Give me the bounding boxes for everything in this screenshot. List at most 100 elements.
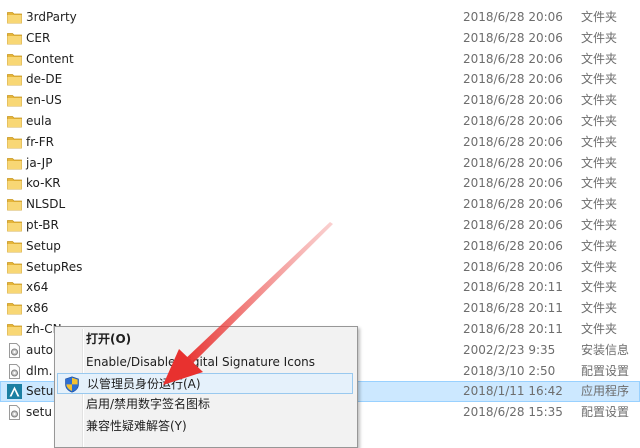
file-row[interactable]: Content 2018/6/28 20:06 文件夹 xyxy=(0,49,640,70)
file-date: 2018/6/28 20:11 xyxy=(463,321,563,336)
folder-icon xyxy=(7,218,22,232)
file-row[interactable]: eula 2018/6/28 20:06 文件夹 xyxy=(0,111,640,132)
file-type: 文件夹 xyxy=(581,134,618,149)
file-type: 文件夹 xyxy=(581,155,618,170)
file-row[interactable]: x86 2018/6/28 20:11 文件夹 xyxy=(0,298,640,319)
folder-icon xyxy=(7,280,22,294)
folder-icon xyxy=(7,301,22,315)
file-name: dlm. xyxy=(26,363,53,378)
file-type: 安装信息 xyxy=(581,342,630,357)
file-date: 2018/6/28 20:11 xyxy=(463,301,563,316)
file-name: Content xyxy=(26,51,74,66)
file-type: 文件夹 xyxy=(581,238,618,253)
file-name: pt-BR xyxy=(26,217,59,232)
folder-icon xyxy=(7,239,22,253)
file-row[interactable]: SetupRes 2018/6/28 20:06 文件夹 xyxy=(0,257,640,278)
file-date: 2018/6/28 20:11 xyxy=(463,280,563,295)
file-date: 2018/3/10 2:50 xyxy=(463,363,556,378)
file-type: 文件夹 xyxy=(581,197,618,212)
context-menu: 打开(O) Enable/Disable Digital Signature Ic… xyxy=(54,326,358,448)
file-date: 2018/6/28 20:06 xyxy=(463,259,563,274)
file-name: CER xyxy=(26,30,51,45)
file-row[interactable]: ko-KR 2018/6/28 20:06 文件夹 xyxy=(0,173,640,194)
file-name: x86 xyxy=(26,301,49,316)
file-row[interactable]: de-DE 2018/6/28 20:06 文件夹 xyxy=(0,69,640,90)
file-type: 应用程序 xyxy=(581,384,630,399)
file-type: 文件夹 xyxy=(581,30,618,45)
file-row[interactable]: en-US 2018/6/28 20:06 文件夹 xyxy=(0,90,640,111)
file-type: 文件夹 xyxy=(581,113,618,128)
file-name: x64 xyxy=(26,280,49,295)
file-row[interactable]: fr-FR 2018/6/28 20:06 文件夹 xyxy=(0,132,640,153)
file-type: 文件夹 xyxy=(581,72,618,87)
file-date: 2018/6/28 20:06 xyxy=(463,197,563,212)
file-type: 文件夹 xyxy=(581,259,618,274)
autodesk-app-icon xyxy=(7,384,22,400)
file-name: SetupRes xyxy=(26,259,83,274)
file-date: 2018/6/28 20:06 xyxy=(463,93,563,108)
file-date: 2018/6/28 15:35 xyxy=(463,405,563,420)
file-name: NLSDL xyxy=(26,197,66,212)
file-name: Setu xyxy=(26,384,54,399)
menu-item[interactable]: Enable/Disable Digital Signature Icons xyxy=(57,352,353,373)
file-row[interactable]: CER 2018/6/28 20:06 文件夹 xyxy=(0,28,640,49)
file-type: 文件夹 xyxy=(581,51,618,66)
folder-icon xyxy=(7,197,22,211)
file-type: 配置设置 xyxy=(581,363,630,378)
file-date: 2018/6/28 20:06 xyxy=(463,238,563,253)
menu-item-label: 打开(O) xyxy=(86,332,132,346)
file-type: 文件夹 xyxy=(581,176,618,191)
menu-item[interactable]: 兼容性疑难解答(Y) xyxy=(57,416,353,437)
folder-icon xyxy=(7,52,22,66)
file-row[interactable]: NLSDL 2018/6/28 20:06 文件夹 xyxy=(0,194,640,215)
file-name: auto xyxy=(26,342,54,357)
file-name: 3rdParty xyxy=(26,10,77,24)
file-name: eula xyxy=(26,113,52,128)
folder-icon xyxy=(7,135,22,149)
folder-icon xyxy=(7,114,22,128)
file-date: 2018/6/28 20:06 xyxy=(463,113,563,128)
file-date: 2018/1/11 16:42 xyxy=(463,384,563,399)
file-date: 2002/2/23 9:35 xyxy=(463,342,556,357)
file-type: 文件夹 xyxy=(581,280,618,295)
folder-icon xyxy=(7,72,22,86)
file-date: 2018/6/28 20:06 xyxy=(463,72,563,87)
menu-item-label: Enable/Disable Digital Signature Icons xyxy=(86,355,316,369)
file-name: Setup xyxy=(26,238,61,253)
file-date: 2018/6/28 20:06 xyxy=(463,134,563,149)
file-row[interactable]: pt-BR 2018/6/28 20:06 文件夹 xyxy=(0,215,640,236)
menu-item[interactable]: 以管理员身份运行(A) xyxy=(57,373,353,394)
file-date: 2018/6/28 20:06 xyxy=(463,51,563,66)
file-type: 文件夹 xyxy=(581,217,618,232)
file-row[interactable]: 3rdParty 2018/6/28 20:06 文件夹 xyxy=(0,7,640,28)
file-name: ja-JP xyxy=(26,155,53,170)
file-type: 文件夹 xyxy=(581,321,618,336)
file-date: 2018/6/28 20:06 xyxy=(463,30,563,45)
file-date: 2018/6/28 20:06 xyxy=(463,155,563,170)
file-row[interactable]: Setup 2018/6/28 20:06 文件夹 xyxy=(0,236,640,257)
folder-icon xyxy=(7,156,22,170)
menu-item-label: 启用/禁用数字签名图标 xyxy=(86,397,211,411)
folder-icon xyxy=(7,93,22,107)
file-name: de-DE xyxy=(26,72,63,87)
file-name: setu xyxy=(26,405,52,420)
folder-icon xyxy=(7,10,22,24)
file-row[interactable]: x64 2018/6/28 20:11 文件夹 xyxy=(0,277,640,298)
folder-icon xyxy=(7,260,22,274)
file-type: 文件夹 xyxy=(581,301,618,316)
file-row[interactable]: ja-JP 2018/6/28 20:06 文件夹 xyxy=(0,153,640,174)
file-type: 文件夹 xyxy=(581,93,618,108)
file-name: fr-FR xyxy=(26,134,54,149)
menu-item-label: 以管理员身份运行(A) xyxy=(87,377,201,391)
menu-item[interactable]: 启用/禁用数字签名图标 xyxy=(57,394,353,415)
menu-item[interactable]: 打开(O) xyxy=(57,329,353,350)
file-type: 配置设置 xyxy=(581,405,630,420)
uac-shield-icon xyxy=(64,376,80,393)
folder-icon xyxy=(7,322,22,336)
file-type: 文件夹 xyxy=(581,10,618,24)
settings-file-icon xyxy=(7,342,22,358)
file-date: 2018/6/28 20:06 xyxy=(463,10,563,24)
folder-icon xyxy=(7,176,22,190)
settings-file-icon xyxy=(7,363,22,379)
settings-file-icon xyxy=(7,405,22,421)
